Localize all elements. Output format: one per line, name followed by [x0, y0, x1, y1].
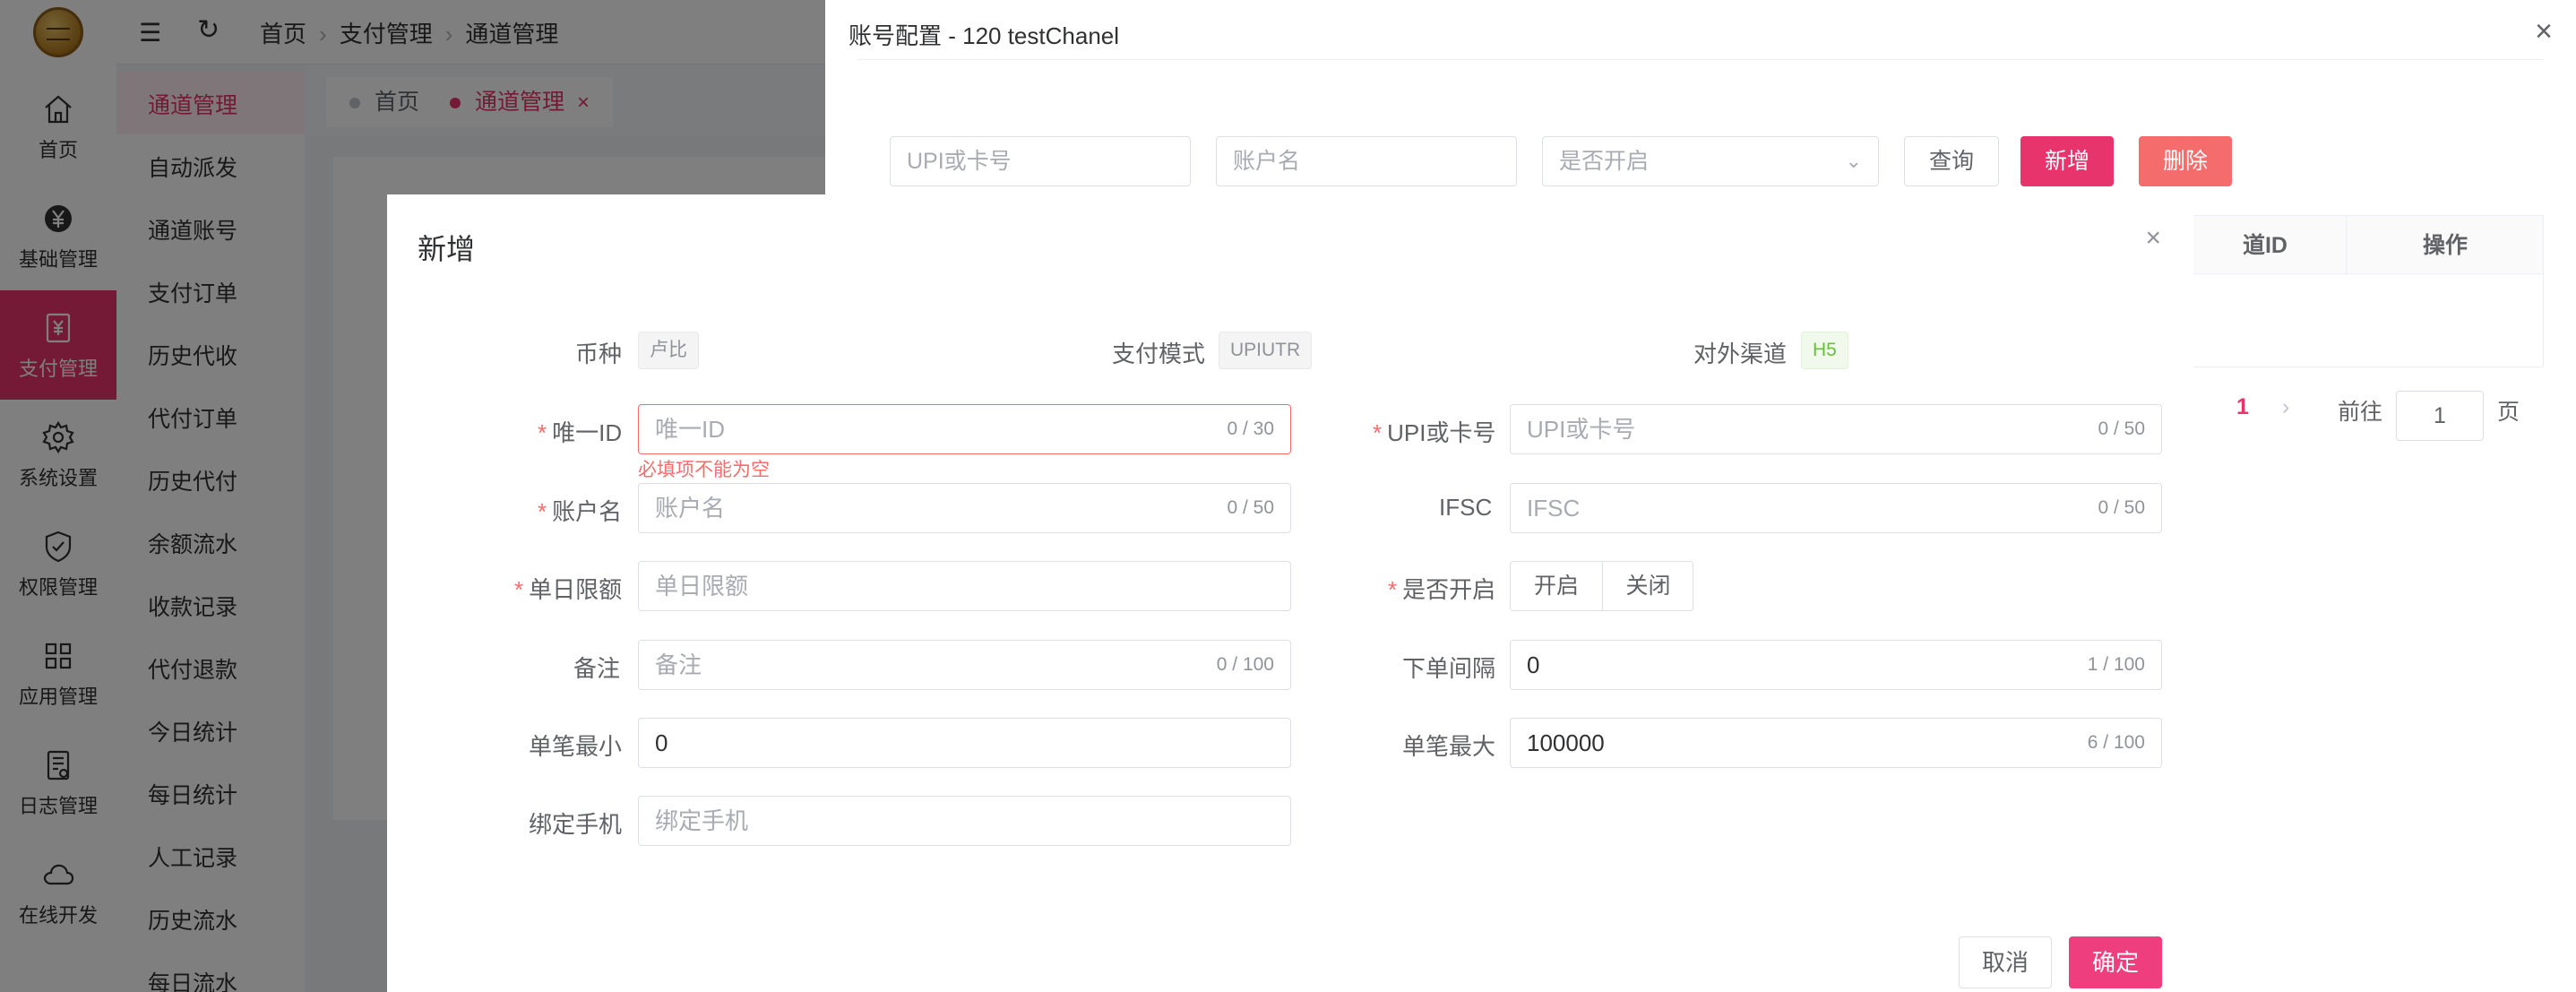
max-label: 单笔最大 — [1402, 733, 1496, 760]
enabled-off-option[interactable]: 关闭 — [1603, 562, 1693, 610]
pager-suffix: 页 — [2497, 400, 2520, 425]
uid-placeholder: 唯一ID — [655, 416, 726, 443]
pager-goto-label: 前往 — [2338, 400, 2383, 425]
drawer-title: 账号配置 - 120 testChanel — [849, 22, 1120, 49]
remark-label: 备注 — [573, 655, 621, 682]
cancel-button[interactable]: 取消 — [1959, 936, 2052, 988]
daily-limit-label-text: 单日限额 — [529, 576, 623, 603]
currency-tag: 卢比 — [638, 332, 699, 369]
upi-counter: 0 / 50 — [2098, 418, 2145, 439]
phone-label: 绑定手机 — [529, 811, 623, 838]
account-placeholder: 账户名 — [655, 495, 726, 522]
currency-label: 币种 — [575, 341, 623, 367]
pager-next-icon[interactable]: › — [2282, 394, 2289, 420]
remark-counter: 0 / 100 — [1216, 654, 1274, 675]
drawer-close-icon[interactable]: × — [2535, 14, 2553, 49]
channel-tag: H5 — [1801, 332, 1848, 369]
drawer-divider — [857, 59, 2544, 60]
uid-label-text: 唯一ID — [552, 419, 623, 446]
table-header-cell: 操作 — [2422, 233, 2468, 258]
dialog-close-icon[interactable]: × — [2145, 223, 2161, 254]
uid-counter: 0 / 30 — [1227, 418, 1274, 439]
upi-label: * UPI或卡号 — [1373, 415, 1495, 448]
interval-value: 0 — [1527, 651, 1540, 678]
required-mark: * — [514, 576, 524, 603]
account-search-input[interactable]: 账户名 — [1216, 136, 1517, 186]
pager-goto-input[interactable]: 1 — [2396, 391, 2484, 441]
upi-label-text: UPI或卡号 — [1387, 419, 1496, 446]
uid-label: * 唯一ID — [538, 415, 622, 448]
account-input[interactable]: 账户名 0 / 50 — [638, 483, 1291, 533]
account-label: * 账户名 — [538, 494, 622, 527]
daily-limit-placeholder: 单日限额 — [655, 573, 749, 600]
pager-current[interactable]: 1 — [2236, 394, 2249, 420]
min-label: 单笔最小 — [529, 733, 623, 760]
upi-placeholder: UPI或卡号 — [1527, 416, 1636, 443]
required-mark: * — [1388, 576, 1398, 603]
interval-label: 下单间隔 — [1402, 655, 1496, 682]
delete-button[interactable]: 删除 — [2139, 136, 2232, 186]
enabled-radio-group: 开启 关闭 — [1510, 561, 1693, 611]
max-counter: 6 / 100 — [2087, 732, 2145, 753]
ifsc-input[interactable]: IFSC 0 / 50 — [1510, 483, 2162, 533]
remark-input[interactable]: 备注 0 / 100 — [638, 640, 1291, 690]
phone-placeholder: 绑定手机 — [655, 807, 749, 834]
uid-error-message: 必填项不能为空 — [638, 460, 770, 480]
account-counter: 0 / 50 — [1227, 497, 1274, 518]
enabled-select[interactable]: 是否开启 ⌄ — [1542, 136, 1879, 186]
account-label-text: 账户名 — [552, 498, 623, 525]
uid-input[interactable]: 唯一ID 0 / 30 — [638, 404, 1291, 454]
required-mark: * — [538, 498, 547, 525]
paymode-label: 支付模式 — [1112, 341, 1206, 367]
max-value: 100000 — [1527, 729, 1605, 756]
daily-limit-input[interactable]: 单日限额 — [638, 561, 1291, 611]
interval-counter: 1 / 100 — [2087, 654, 2145, 675]
add-dialog: 新增 × 币种 卢比 支付模式 UPIUTR 对外渠道 H5 * 唯一ID 唯一I… — [387, 194, 2193, 992]
dialog-title: 新增 — [418, 233, 476, 265]
phone-input[interactable]: 绑定手机 — [638, 796, 1291, 846]
max-input[interactable]: 100000 6 / 100 — [1510, 718, 2162, 768]
required-mark: * — [1373, 419, 1383, 446]
enabled-label: * 是否开启 — [1388, 572, 1495, 605]
ifsc-counter: 0 / 50 — [2098, 497, 2145, 518]
ifsc-label: IFSC — [1439, 494, 1493, 521]
enabled-label-text: 是否开启 — [1402, 576, 1496, 603]
ifsc-placeholder: IFSC — [1527, 495, 1581, 522]
table-header-cell: 道ID — [2242, 233, 2287, 258]
upi-input[interactable]: UPI或卡号 0 / 50 — [1510, 404, 2162, 454]
query-button[interactable]: 查询 — [1904, 136, 1999, 186]
enabled-on-option[interactable]: 开启 — [1511, 562, 1602, 610]
min-input[interactable]: 0 — [638, 718, 1291, 768]
upi-search-input[interactable]: UPI或卡号 — [890, 136, 1191, 186]
interval-input[interactable]: 0 1 / 100 — [1510, 640, 2162, 690]
required-mark: * — [538, 419, 547, 446]
enabled-select-placeholder: 是否开启 — [1559, 149, 1650, 174]
min-value: 0 — [655, 729, 668, 756]
add-button[interactable]: 新增 — [2020, 136, 2114, 186]
confirm-button[interactable]: 确定 — [2069, 936, 2162, 988]
channel-label: 对外渠道 — [1693, 341, 1788, 367]
chevron-down-icon: ⌄ — [1845, 150, 1862, 172]
daily-limit-label: * 单日限额 — [514, 572, 622, 605]
remark-placeholder: 备注 — [655, 651, 702, 678]
paymode-tag: UPIUTR — [1219, 332, 1313, 369]
